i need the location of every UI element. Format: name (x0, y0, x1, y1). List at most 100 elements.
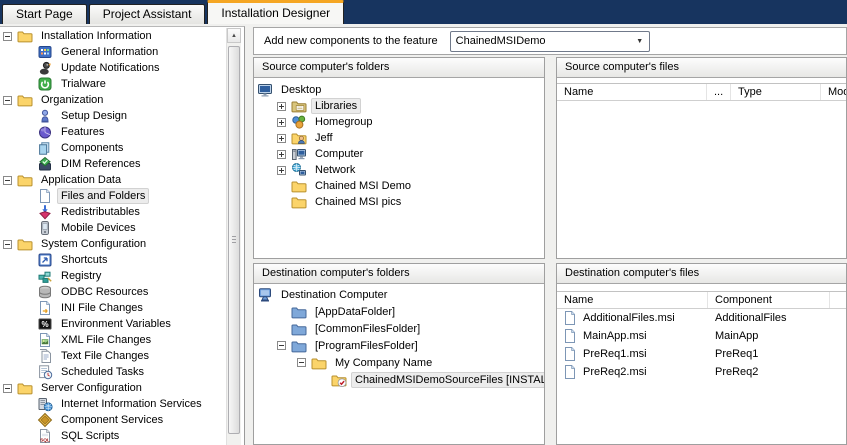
folder-blue-icon (291, 321, 307, 337)
tab-installation-designer[interactable]: Installation Designer (207, 0, 344, 24)
component-cell: PreReq1 (708, 348, 830, 360)
tree-item-component-services[interactable]: Component Services (0, 412, 244, 428)
collapse-icon[interactable] (3, 384, 12, 393)
tree-item-update-notifications[interactable]: Update Notifications (0, 60, 244, 76)
tree-item-jeff[interactable]: Jeff (254, 130, 544, 146)
chevron-down-icon[interactable]: ▼ (631, 38, 649, 45)
scroll-up-icon[interactable]: ▲ (227, 28, 241, 43)
file-row-prereq2-msi[interactable]: PreReq2.msiPreReq2 (557, 363, 846, 381)
tree-item-scheduled-tasks[interactable]: Scheduled Tasks (0, 364, 244, 380)
tree-item-components[interactable]: Components (0, 140, 244, 156)
iis-icon (37, 396, 53, 412)
column-header-name[interactable]: Name (557, 84, 707, 100)
column-header-component[interactable]: Component (708, 292, 830, 308)
expand-icon[interactable] (277, 150, 286, 159)
tree-item-general-information[interactable]: General Information (0, 44, 244, 60)
tree-item-desktop[interactable]: Desktop (254, 82, 544, 98)
tree-item-internet-information-services[interactable]: Internet Information Services (0, 396, 244, 412)
tab-bar: Start PageProject AssistantInstallation … (0, 0, 847, 24)
tree-item-chained-msi-demo[interactable]: Chained MSI Demo (254, 178, 544, 194)
tree-item-libraries[interactable]: Libraries (254, 98, 544, 114)
tree-item-files-and-folders[interactable]: Files and Folders (0, 188, 244, 204)
folder-icon (17, 172, 33, 188)
expand-icon[interactable] (277, 118, 286, 127)
tab-project-assistant[interactable]: Project Assistant (89, 4, 206, 24)
tree-item-chained-msi-pics[interactable]: Chained MSI pics (254, 194, 544, 210)
file-row-prereq1-msi[interactable]: PreReq1.msiPreReq1 (557, 345, 846, 363)
tree-item-environment-variables[interactable]: %Environment Variables (0, 316, 244, 332)
navigation-tree: Installation InformationGeneral Informat… (0, 27, 244, 445)
tree-item-label: Update Notifications (57, 60, 163, 76)
tree-item-label: System Configuration (37, 236, 150, 252)
tree-item-ini-file-changes[interactable]: INI File Changes (0, 300, 244, 316)
tree-item-homegroup[interactable]: Homegroup (254, 114, 544, 130)
tree-item-mobile-devices[interactable]: Mobile Devices (0, 220, 244, 236)
file-row-additionalfiles-msi[interactable]: AdditionalFiles.msiAdditionalFiles (557, 309, 846, 327)
tree-item-chainedmsidemosourcefiles-installdir[interactable]: ChainedMSIDemoSourceFiles [INSTALLDIR] (254, 371, 544, 388)
collapse-icon[interactable] (297, 358, 306, 367)
collapse-icon[interactable] (277, 341, 286, 350)
collapse-icon[interactable] (3, 96, 12, 105)
scheduled-tasks-icon (37, 364, 53, 380)
collapse-icon[interactable] (3, 32, 12, 41)
expand-icon[interactable] (277, 102, 286, 111)
tree-item-label: [ProgramFilesFolder] (311, 338, 422, 354)
tree-item-registry[interactable]: Registry (0, 268, 244, 284)
mobile-devices-icon (37, 220, 53, 236)
tree-item-label: Trialware (57, 76, 110, 92)
sidebar-scrollbar[interactable]: ▲ (226, 28, 241, 445)
file-name-cell: PreReq2.msi (557, 364, 708, 380)
tree-item-redistributables[interactable]: Redistributables (0, 204, 244, 220)
column-header-type[interactable]: Type (731, 84, 821, 100)
tab-start-page[interactable]: Start Page (2, 4, 87, 24)
setup-design-icon (37, 108, 53, 124)
tree-item-label: Setup Design (57, 108, 131, 124)
destination-computer-icon (257, 287, 273, 303)
tree-item-setup-design[interactable]: Setup Design (0, 108, 244, 124)
tree-item-computer[interactable]: Computer (254, 146, 544, 162)
folder-check-icon (331, 372, 347, 388)
tree-item-text-file-changes[interactable]: Text File Changes (0, 348, 244, 364)
tree-item-label: INI File Changes (57, 300, 147, 316)
tree-item-dim-references[interactable]: DIM References (0, 156, 244, 172)
column-header-item[interactable] (830, 292, 847, 308)
tree-item-my-company-name[interactable]: My Company Name (254, 354, 544, 371)
scrollbar-thumb[interactable] (228, 46, 240, 434)
file-name: MainApp.msi (583, 330, 647, 342)
tree-item-label: Libraries (311, 98, 361, 114)
column-header-name[interactable]: Name (557, 292, 708, 308)
tree-item-server-configuration[interactable]: Server Configuration (0, 380, 244, 396)
tree-item-application-data[interactable]: Application Data (0, 172, 244, 188)
expand-icon[interactable] (277, 166, 286, 175)
column-header-modified[interactable]: Modified (821, 84, 847, 100)
tree-item-odbc-resources[interactable]: ODBC Resources (0, 284, 244, 300)
tree-item-network[interactable]: Network (254, 162, 544, 178)
destination-files-title: Destination computer's files (557, 264, 846, 284)
tree-item-label: SQL Scripts (57, 428, 123, 444)
collapse-icon[interactable] (3, 240, 12, 249)
tree-item-organization[interactable]: Organization (0, 92, 244, 108)
tree-item-installation-information[interactable]: Installation Information (0, 28, 244, 44)
tree-item-trialware[interactable]: Trialware (0, 76, 244, 92)
feature-combobox[interactable]: ChainedMSIDemo ▼ (450, 31, 650, 52)
tree-item-features[interactable]: Features (0, 124, 244, 140)
tree-item-destination-computer[interactable]: Destination Computer (254, 286, 544, 303)
component-cell: PreReq2 (708, 366, 830, 378)
tree-item-commonfilesfolder[interactable]: [CommonFilesFolder] (254, 320, 544, 337)
expand-icon[interactable] (277, 134, 286, 143)
tree-item-system-configuration[interactable]: System Configuration (0, 236, 244, 252)
tree-item-label: Text File Changes (57, 348, 153, 364)
column-header-item[interactable]: ... (707, 84, 731, 100)
destination-files-header-row: NameComponent (557, 291, 846, 309)
tree-item-label: Organization (37, 92, 107, 108)
tree-item-programfilesfolder[interactable]: [ProgramFilesFolder] (254, 337, 544, 354)
feature-label: Add new components to the feature (264, 35, 438, 47)
tree-item-shortcuts[interactable]: Shortcuts (0, 252, 244, 268)
homegroup-icon (291, 114, 307, 130)
file-row-mainapp-msi[interactable]: MainApp.msiMainApp (557, 327, 846, 345)
tree-item-sql-scripts[interactable]: SQLSQL Scripts (0, 428, 244, 444)
ini-file-changes-icon (37, 300, 53, 316)
collapse-icon[interactable] (3, 176, 12, 185)
tree-item-xml-file-changes[interactable]: XML File Changes (0, 332, 244, 348)
tree-item-appdatafolder[interactable]: [AppDataFolder] (254, 303, 544, 320)
